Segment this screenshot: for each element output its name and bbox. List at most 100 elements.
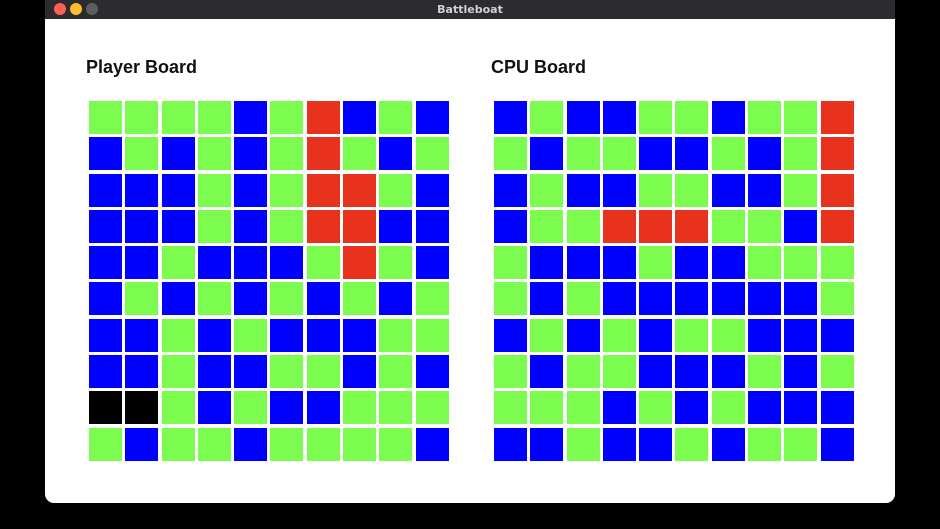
- player-board-cell[interactable]: [379, 137, 413, 171]
- cpu-board-cell[interactable]: [675, 209, 709, 243]
- player-board-cell[interactable]: [89, 246, 122, 280]
- player-board-cell[interactable]: [343, 427, 377, 461]
- player-board-cell[interactable]: [125, 427, 159, 461]
- player-board-cell[interactable]: [343, 173, 377, 207]
- player-board-cell[interactable]: [270, 137, 304, 171]
- cpu-board-cell[interactable]: [602, 173, 636, 207]
- cpu-board-cell[interactable]: [675, 137, 709, 171]
- cpu-board-cell[interactable]: [530, 209, 564, 243]
- cpu-board-cell[interactable]: [639, 355, 673, 389]
- cpu-board-cell[interactable]: [639, 427, 673, 461]
- player-board-cell[interactable]: [89, 173, 122, 207]
- cpu-board-cell[interactable]: [639, 282, 673, 316]
- cpu-board-cell[interactable]: [494, 137, 527, 171]
- player-board-cell[interactable]: [379, 282, 413, 316]
- player-board-cell[interactable]: [379, 355, 413, 389]
- cpu-board-cell[interactable]: [820, 355, 854, 389]
- cpu-board-cell[interactable]: [784, 101, 818, 134]
- cpu-board-cell[interactable]: [748, 282, 782, 316]
- cpu-board-cell[interactable]: [602, 391, 636, 425]
- cpu-board-cell[interactable]: [530, 101, 564, 134]
- player-board-cell[interactable]: [161, 282, 195, 316]
- player-board-cell[interactable]: [343, 318, 377, 352]
- cpu-board-cell[interactable]: [566, 209, 600, 243]
- player-board-cell[interactable]: [415, 391, 449, 425]
- cpu-board-cell[interactable]: [748, 101, 782, 134]
- player-board-cell[interactable]: [161, 173, 195, 207]
- cpu-board-cell[interactable]: [675, 246, 709, 280]
- cpu-board-cell[interactable]: [494, 173, 527, 207]
- player-board-cell[interactable]: [270, 427, 304, 461]
- player-board-cell[interactable]: [270, 101, 304, 134]
- cpu-board-cell[interactable]: [820, 282, 854, 316]
- cpu-board-cell[interactable]: [711, 427, 745, 461]
- cpu-board-cell[interactable]: [530, 318, 564, 352]
- player-board-cell[interactable]: [89, 391, 122, 425]
- cpu-board-cell[interactable]: [494, 427, 527, 461]
- player-board-cell[interactable]: [125, 282, 159, 316]
- player-board-cell[interactable]: [343, 246, 377, 280]
- player-board-cell[interactable]: [306, 209, 340, 243]
- cpu-board-cell[interactable]: [748, 137, 782, 171]
- player-board-cell[interactable]: [161, 137, 195, 171]
- cpu-board-cell[interactable]: [639, 137, 673, 171]
- cpu-board-cell[interactable]: [820, 101, 854, 134]
- cpu-board-cell[interactable]: [675, 355, 709, 389]
- cpu-board-cell[interactable]: [494, 209, 527, 243]
- cpu-board-cell[interactable]: [748, 318, 782, 352]
- cpu-board-cell[interactable]: [784, 246, 818, 280]
- cpu-board-cell[interactable]: [639, 246, 673, 280]
- cpu-board-cell[interactable]: [602, 209, 636, 243]
- player-board-cell[interactable]: [270, 391, 304, 425]
- player-board-cell[interactable]: [379, 173, 413, 207]
- cpu-board-cell[interactable]: [711, 391, 745, 425]
- cpu-board-cell[interactable]: [566, 246, 600, 280]
- player-board-cell[interactable]: [89, 427, 122, 461]
- player-board-cell[interactable]: [197, 318, 231, 352]
- player-board-cell[interactable]: [197, 173, 231, 207]
- player-board-cell[interactable]: [234, 209, 268, 243]
- player-board-cell[interactable]: [379, 246, 413, 280]
- player-board-cell[interactable]: [125, 391, 159, 425]
- player-board-cell[interactable]: [234, 282, 268, 316]
- player-board-cell[interactable]: [125, 209, 159, 243]
- cpu-board-cell[interactable]: [639, 318, 673, 352]
- player-board-cell[interactable]: [306, 101, 340, 134]
- cpu-board-cell[interactable]: [639, 101, 673, 134]
- player-board-cell[interactable]: [379, 427, 413, 461]
- cpu-board-cell[interactable]: [748, 173, 782, 207]
- cpu-board-cell[interactable]: [639, 173, 673, 207]
- cpu-board-cell[interactable]: [566, 282, 600, 316]
- player-board-cell[interactable]: [125, 101, 159, 134]
- cpu-board-cell[interactable]: [602, 282, 636, 316]
- player-board-cell[interactable]: [234, 101, 268, 134]
- cpu-board-cell[interactable]: [748, 427, 782, 461]
- player-board-cell[interactable]: [415, 101, 449, 134]
- player-board-cell[interactable]: [197, 246, 231, 280]
- player-board-cell[interactable]: [306, 246, 340, 280]
- player-board-cell[interactable]: [89, 318, 122, 352]
- player-board-cell[interactable]: [270, 318, 304, 352]
- cpu-board-cell[interactable]: [784, 355, 818, 389]
- cpu-board-cell[interactable]: [820, 391, 854, 425]
- player-board-cell[interactable]: [125, 173, 159, 207]
- player-board-cell[interactable]: [379, 101, 413, 134]
- cpu-board-cell[interactable]: [566, 318, 600, 352]
- cpu-board-cell[interactable]: [639, 391, 673, 425]
- cpu-board-cell[interactable]: [784, 391, 818, 425]
- player-board-cell[interactable]: [161, 209, 195, 243]
- cpu-board-cell[interactable]: [784, 209, 818, 243]
- player-board-cell[interactable]: [89, 355, 122, 389]
- cpu-board-cell[interactable]: [820, 173, 854, 207]
- cpu-board-cell[interactable]: [784, 318, 818, 352]
- player-board-cell[interactable]: [234, 173, 268, 207]
- player-board-cell[interactable]: [379, 391, 413, 425]
- player-board-cell[interactable]: [234, 391, 268, 425]
- player-board-cell[interactable]: [306, 391, 340, 425]
- player-board-cell[interactable]: [343, 209, 377, 243]
- player-board-cell[interactable]: [161, 427, 195, 461]
- player-board-cell[interactable]: [161, 246, 195, 280]
- cpu-board-cell[interactable]: [494, 101, 527, 134]
- player-board-cell[interactable]: [415, 282, 449, 316]
- cpu-board-cell[interactable]: [748, 246, 782, 280]
